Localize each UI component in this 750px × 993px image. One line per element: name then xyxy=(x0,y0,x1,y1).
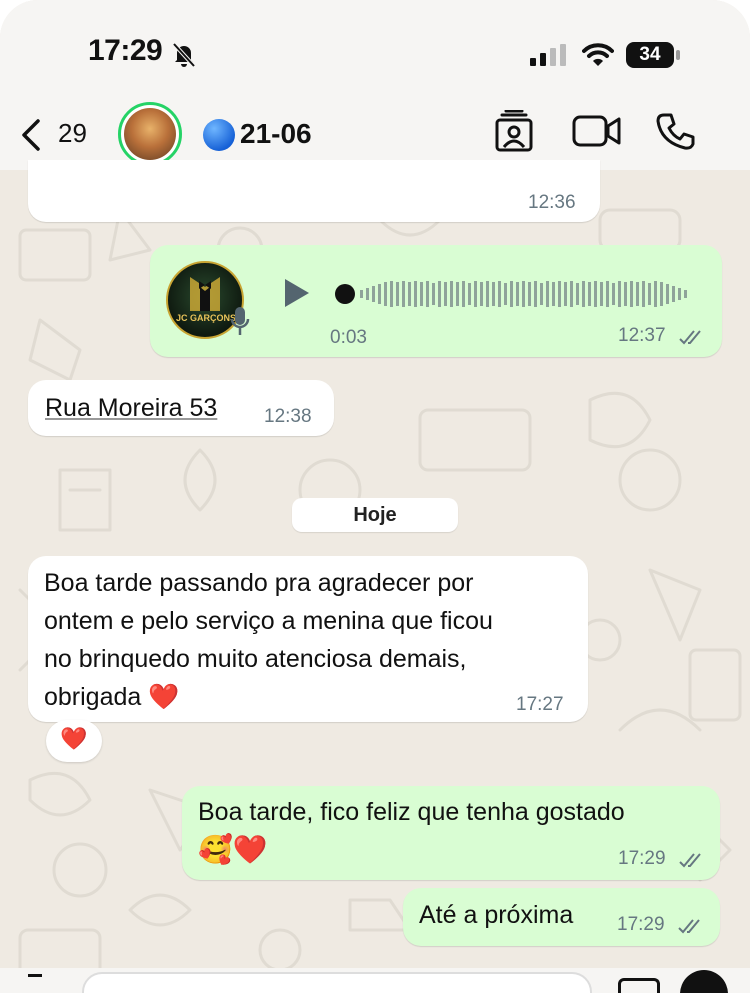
message-line: ontem e pelo serviço a menina que ficou xyxy=(44,607,493,635)
blue-circle-icon xyxy=(203,119,235,151)
back-button[interactable]: 29 xyxy=(18,114,88,154)
contact-card-icon[interactable] xyxy=(494,110,534,152)
voice-duration: 0:03 xyxy=(330,327,367,348)
play-icon[interactable] xyxy=(282,277,312,309)
avatar-photo xyxy=(124,108,176,160)
contact-avatar[interactable] xyxy=(118,102,182,166)
double-check-icon xyxy=(679,853,701,868)
contact-name[interactable]: 21-06 xyxy=(240,118,312,150)
message-bubble-incoming[interactable]: Rua Moreira 53 12:38 xyxy=(28,380,334,436)
message-reaction[interactable]: ❤️ xyxy=(46,720,102,762)
heart-reaction-icon: ❤️ xyxy=(60,726,88,751)
voice-waveform[interactable] xyxy=(334,279,694,309)
chat-screen: 17:29 34 29 21-06 12:36 JC GARÇONS 0:03 … xyxy=(0,0,750,993)
status-time: 17:29 xyxy=(88,34,163,67)
message-text: Até a próxima xyxy=(419,901,574,929)
signal-icon xyxy=(530,44,566,66)
address-link[interactable]: Rua Moreira 53 xyxy=(45,389,217,427)
message-line: Boa tarde, fico feliz que tenha gostado xyxy=(198,798,625,826)
status-bar: 17:29 34 xyxy=(0,0,750,100)
message-line: Boa tarde passando pra agradecer por xyxy=(44,569,474,597)
message-time: 12:38 xyxy=(264,406,312,427)
phone-call-icon[interactable] xyxy=(656,112,696,152)
voice-message-bubble[interactable]: JC GARÇONS 0:03 12:37 xyxy=(150,245,722,357)
message-time: 12:37 xyxy=(618,325,666,346)
battery-level: 34 xyxy=(639,44,661,65)
wifi-icon xyxy=(582,43,614,66)
double-check-icon xyxy=(678,919,700,934)
message-time: 17:29 xyxy=(617,914,665,935)
chevron-left-icon xyxy=(22,119,40,151)
battery-tip xyxy=(676,50,680,60)
double-check-icon xyxy=(679,330,701,345)
camera-icon[interactable] xyxy=(618,978,660,993)
microphone-button[interactable] xyxy=(680,970,728,993)
microphone-icon xyxy=(230,307,250,335)
message-input-bar xyxy=(0,968,750,993)
message-bubble-outgoing[interactable]: Até a próxima 17:29 xyxy=(403,888,720,946)
plus-icon[interactable] xyxy=(28,974,42,977)
message-time: 17:29 xyxy=(618,848,666,869)
message-input[interactable] xyxy=(82,972,592,993)
bell-slash-icon xyxy=(172,42,196,68)
unread-count: 29 xyxy=(58,118,87,148)
message-time: 17:27 xyxy=(516,694,564,715)
tuxedo-logo-icon xyxy=(190,277,220,311)
voice-avatar-label: JC GARÇONS xyxy=(175,313,236,323)
message-time: 12:36 xyxy=(528,192,576,213)
video-call-icon[interactable] xyxy=(572,114,622,148)
message-line: obrigada ❤️ xyxy=(44,683,180,711)
message-line: no brinquedo muito atenciosa demais, xyxy=(44,645,467,673)
message-bubble-outgoing[interactable]: Boa tarde, fico feliz que tenha gostado … xyxy=(182,786,720,880)
message-bubble-incoming[interactable]: 12:36 xyxy=(28,160,600,222)
date-separator: Hoje xyxy=(292,498,458,532)
emoji-line: 🥰❤️ xyxy=(198,834,268,865)
message-bubble-incoming[interactable]: Boa tarde passando pra agradecer por ont… xyxy=(28,556,588,722)
battery-icon: 34 xyxy=(626,42,674,68)
